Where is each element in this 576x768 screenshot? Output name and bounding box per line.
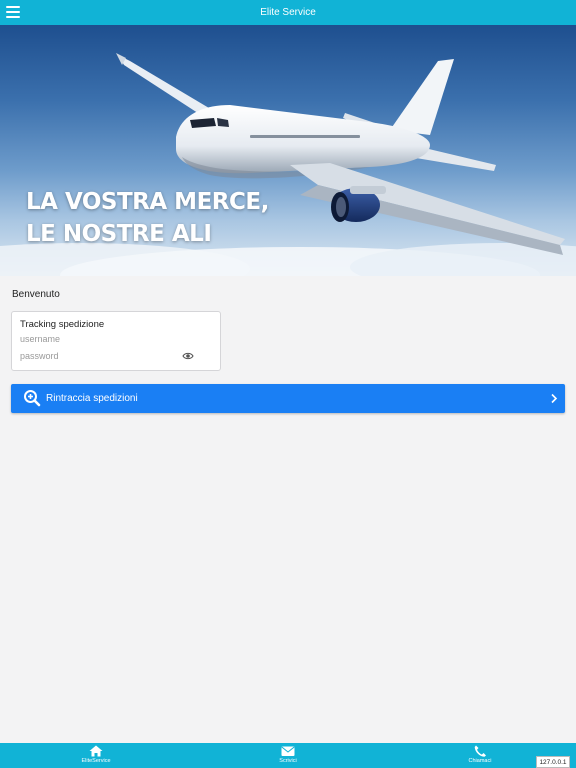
chevron-right-icon (551, 393, 558, 404)
track-shipments-label: Rintraccia spedizioni (46, 393, 138, 404)
card-title: Tracking spedizione (20, 319, 105, 330)
ip-address-badge: 127.0.0.1 (536, 756, 570, 768)
welcome-heading: Benvenuto (12, 289, 60, 300)
tab-label-eliteservice: EliteService (81, 758, 111, 764)
bottom-tab-bar: EliteService Scrivici Chiamaci (0, 743, 576, 768)
hero-tagline-line1: LA VOSTRA MERCE, (26, 189, 269, 215)
app-title: Elite Service (260, 7, 316, 18)
tab-chiamaci[interactable]: Chiamaci (445, 743, 515, 768)
phone-icon (474, 745, 486, 757)
envelope-icon (281, 746, 295, 756)
tab-eliteservice[interactable]: EliteService (61, 743, 131, 768)
tab-label-scrivici: Scrivici (279, 758, 297, 764)
tab-scrivici[interactable]: Scrivici (253, 743, 323, 768)
hero-banner: LA VOSTRA MERCE, LE NOSTRE ALI (0, 25, 576, 276)
home-icon (89, 745, 103, 757)
app-header: Elite Service (0, 0, 576, 25)
tracking-login-card: Tracking spedizione (11, 311, 221, 371)
track-shipments-button[interactable]: Rintraccia spedizioni (11, 384, 565, 413)
username-input[interactable] (20, 333, 210, 345)
hamburger-menu-icon[interactable] (6, 6, 20, 18)
eye-icon[interactable] (182, 351, 194, 361)
tab-label-chiamaci: Chiamaci (468, 758, 492, 764)
hero-tagline-line2: LE NOSTRE ALI (26, 221, 212, 247)
search-plus-icon (24, 390, 41, 407)
